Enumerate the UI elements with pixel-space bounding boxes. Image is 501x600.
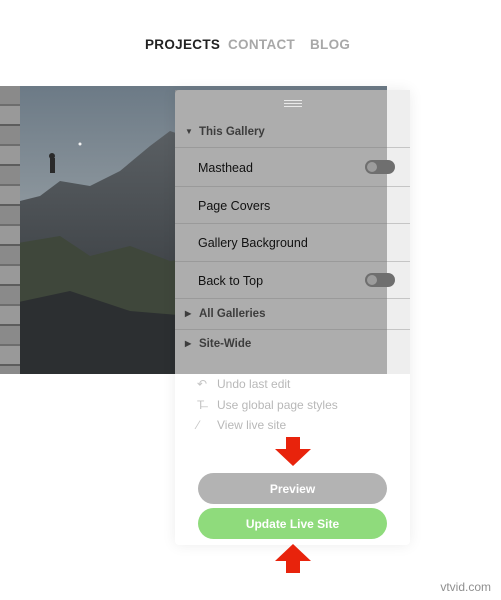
divider — [175, 147, 410, 148]
section-label: This Gallery — [199, 126, 265, 138]
section-this-gallery[interactable]: ▼ This Gallery — [185, 126, 265, 144]
view-live-site-link[interactable]: ⁄ View live site — [197, 418, 286, 436]
section-site-wide[interactable]: ▶ Site-Wide — [185, 338, 251, 356]
divider — [175, 298, 410, 299]
watermark: vtvid.com — [440, 580, 491, 594]
toggle-knob — [367, 275, 377, 285]
row-label: Page Covers — [198, 199, 271, 213]
preview-button[interactable]: Preview — [198, 473, 387, 504]
action-label: View live site — [217, 418, 287, 432]
toggle-knob — [367, 162, 377, 172]
panel-overlay-edge — [387, 90, 410, 374]
text-style-icon: T̶ — [197, 398, 205, 412]
row-label: Back to Top — [198, 274, 264, 288]
section-all-galleries[interactable]: ▶ All Galleries — [185, 308, 265, 326]
arrow-down-icon — [275, 437, 311, 466]
undo-icon: ↶ — [197, 377, 208, 391]
triangle-right-icon: ▶ — [185, 339, 192, 349]
action-label: Undo last edit — [217, 377, 291, 391]
row-label: Masthead — [198, 161, 253, 175]
divider — [175, 261, 410, 262]
drag-handle-icon[interactable] — [284, 100, 302, 108]
global-page-styles-link[interactable]: T̶ Use global page styles — [197, 398, 338, 416]
top-nav: PROJECTS CONTACT BLOG — [0, 37, 501, 57]
link-icon: ⁄ — [197, 418, 200, 432]
divider — [175, 186, 410, 187]
masthead-toggle[interactable] — [365, 160, 395, 174]
customize-panel: ▼ This Gallery Masthead Page Covers Galle… — [175, 90, 410, 545]
nav-projects-link[interactable]: PROJECTS — [145, 37, 220, 52]
triangle-right-icon: ▶ — [185, 309, 192, 319]
divider — [175, 223, 410, 224]
arrow-up-icon — [275, 544, 311, 573]
update-live-site-button[interactable]: Update Live Site — [198, 508, 387, 539]
triangle-down-icon: ▼ — [185, 127, 193, 137]
row-gallery-background[interactable]: Gallery Background — [198, 236, 398, 250]
stone-wall — [0, 86, 20, 374]
back-to-top-toggle[interactable] — [365, 273, 395, 287]
section-label: All Galleries — [199, 308, 266, 320]
row-label: Gallery Background — [198, 236, 308, 250]
divider — [175, 329, 410, 330]
section-label: Site-Wide — [199, 338, 252, 350]
row-page-covers[interactable]: Page Covers — [198, 199, 398, 213]
action-label: Use global page styles — [217, 398, 338, 412]
nav-blog-link[interactable]: BLOG — [310, 37, 350, 52]
undo-last-edit-link[interactable]: ↶ Undo last edit — [197, 377, 290, 395]
nav-contact-link[interactable]: CONTACT — [228, 37, 295, 52]
